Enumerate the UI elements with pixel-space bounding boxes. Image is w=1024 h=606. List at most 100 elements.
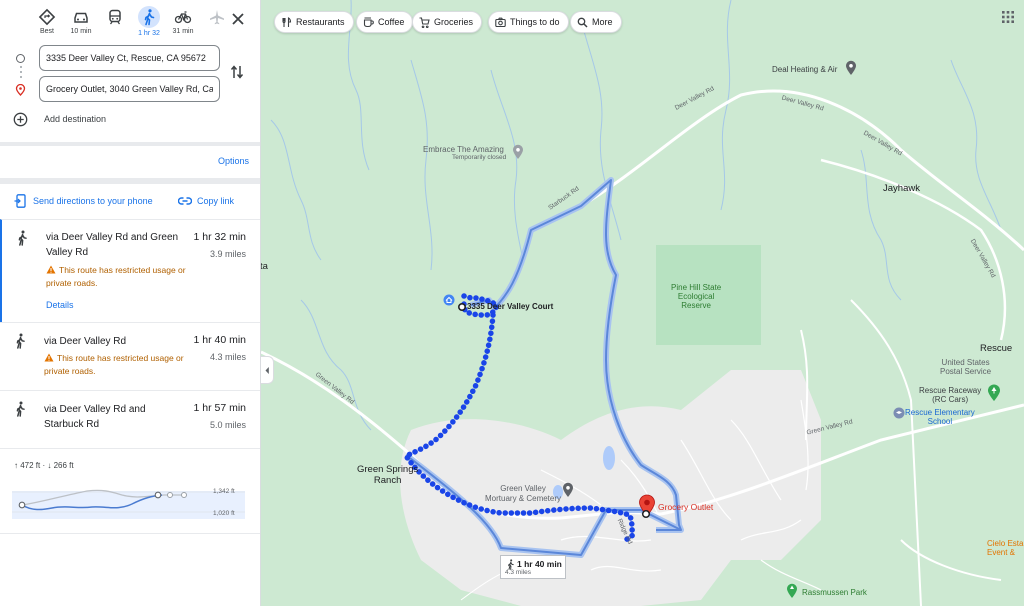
close-icon[interactable]	[229, 10, 247, 28]
mode-bike[interactable]: 31 min	[166, 6, 200, 42]
chip-more[interactable]: More	[570, 11, 622, 33]
copy-link-button[interactable]: Copy link	[178, 193, 234, 209]
walking-icon	[16, 401, 25, 417]
label-temporarily-closed: Temporarily closed	[452, 154, 507, 161]
destination-circle-icon	[641, 509, 651, 519]
camera-icon	[495, 17, 506, 27]
send-to-phone-button[interactable]: Send directions to your phone	[14, 193, 153, 209]
link-icon	[178, 197, 192, 205]
school-marker-icon[interactable]	[893, 407, 905, 421]
route-time: 1 hr 57 min	[193, 402, 246, 414]
callout-time: 1 hr 40 min	[517, 559, 562, 569]
label-partial-ta: ta	[261, 261, 268, 272]
mode-transit[interactable]: —	[98, 6, 132, 42]
diamond-directions-icon	[38, 8, 56, 26]
route-distance: 5.0 miles	[209, 420, 246, 430]
label-grocery-outlet: Grocery Outlet	[658, 502, 714, 512]
label-origin-point: 3335 Deer Valley Court	[467, 302, 554, 311]
route-distance: 4.3 miles	[209, 352, 246, 362]
place-marker-icon[interactable]	[845, 60, 857, 76]
chip-label: More	[592, 17, 613, 27]
mode-best[interactable]: Best	[30, 6, 64, 42]
mode-walk[interactable]: 1 hr 32	[132, 6, 166, 42]
callout-distance: 4.3 miles	[505, 569, 532, 576]
route-distance: 3.9 miles	[209, 249, 246, 259]
divider	[0, 533, 260, 534]
label-green-springs-ranch: Green Springs Ranch	[357, 464, 419, 486]
collapse-panel-button[interactable]	[261, 356, 274, 384]
label-rescue: Rescue	[980, 343, 1013, 354]
chip-label: Coffee	[378, 17, 405, 27]
copy-link-label: Copy link	[197, 196, 235, 206]
route-option-1[interactable]: via Deer Valley Rd and Green Valley Rd 1…	[0, 219, 260, 322]
label-mortuary: Green Valley Mortuary & Cemetery	[485, 484, 562, 503]
divider	[0, 142, 260, 146]
cart-icon	[419, 16, 430, 28]
route-dot	[19, 66, 22, 68]
chip-groceries[interactable]: Groceries	[412, 11, 483, 33]
label-embrace: Embrace The Amazing	[423, 145, 504, 154]
divider	[0, 448, 260, 449]
mode-best-label: Best	[39, 28, 54, 35]
route-time: 1 hr 32 min	[193, 231, 246, 243]
park-marker-icon[interactable]	[786, 583, 798, 599]
place-marker-icon[interactable]	[562, 482, 574, 498]
swap-arrows-icon[interactable]	[229, 63, 245, 81]
route-option-2[interactable]: via Deer Valley Rd 1 hr 40 min 4.3 miles…	[0, 322, 260, 390]
route-name: via Deer Valley Rd and Starbuck Rd	[44, 404, 146, 430]
chip-coffee[interactable]: Coffee	[356, 11, 414, 33]
fork-knife-icon	[282, 16, 292, 27]
place-marker-icon[interactable]	[512, 144, 524, 160]
chip-restaurants[interactable]: Restaurants	[274, 11, 354, 33]
origin-input[interactable]	[39, 45, 220, 71]
destination-input[interactable]	[39, 76, 220, 102]
route-time: 1 hr 40 min	[193, 334, 246, 346]
route-warning-text: This route has restricted usage or priva…	[44, 353, 184, 376]
label-post-office: United States Postal Service	[940, 358, 992, 376]
chip-label: Restaurants	[296, 17, 345, 27]
train-icon	[109, 9, 121, 25]
label-rassmussen-park: Rassmussen Park	[802, 588, 867, 597]
label-cielo-estate: Cielo Esta Event &	[987, 539, 1024, 557]
route-dot	[19, 76, 22, 78]
label-pine-hill-reserve: Pine Hill State Ecological Reserve	[671, 283, 722, 310]
directions-panel: Best 10 min — 1 hr 32 31 min —	[0, 0, 261, 606]
label-rescue-school: Rescue Elementary School	[905, 408, 975, 426]
route-time-callout[interactable]: 1 hr 40 min 4.3 miles	[500, 555, 566, 579]
route-name: via Deer Valley Rd	[44, 336, 127, 347]
bicycle-icon	[174, 11, 192, 24]
mode-drive-label: 10 min	[70, 28, 92, 35]
route-details-link[interactable]: Details	[46, 300, 74, 310]
chevron-left-icon	[265, 367, 269, 374]
add-circle-icon[interactable]	[13, 112, 28, 127]
warning-icon	[44, 353, 54, 362]
mode-bike-label: 31 min	[172, 28, 194, 35]
walking-icon	[18, 230, 27, 246]
destination-pin-icon	[15, 84, 26, 96]
route-name: via Deer Valley Rd and Green Valley Rd	[46, 232, 179, 258]
airplane-icon	[210, 10, 224, 25]
apps-grid-icon[interactable]	[1002, 11, 1014, 23]
chip-label: Things to do	[510, 17, 560, 27]
label-deal-heating: Deal Heating & Air	[772, 65, 838, 74]
elevation-summary: ↑ 472 ft · ↓ 266 ft	[14, 461, 74, 470]
add-destination-link[interactable]: Add destination	[44, 114, 106, 124]
send-to-phone-label: Send directions to your phone	[33, 196, 153, 206]
map-canvas[interactable]: Restaurants Coffee Groceries Things to d…	[261, 0, 1024, 606]
travel-mode-bar: Best 10 min — 1 hr 32 31 min —	[30, 6, 256, 42]
coffee-icon	[363, 16, 374, 27]
warning-icon	[46, 265, 56, 274]
walking-icon	[16, 333, 25, 349]
mode-drive[interactable]: 10 min	[64, 6, 98, 42]
origin-circle-icon	[16, 54, 25, 63]
chip-things-to-do[interactable]: Things to do	[488, 11, 569, 33]
label-jayhawk: Jayhawk	[883, 183, 920, 194]
divider	[0, 178, 260, 184]
home-marker-icon[interactable]	[443, 294, 455, 306]
search-icon	[577, 17, 588, 28]
elevation-max-label: 1,342 ft	[213, 488, 235, 495]
park-marker-icon[interactable]	[987, 384, 1001, 402]
options-button[interactable]: Options	[218, 156, 249, 166]
route-option-3[interactable]: via Deer Valley Rd and Starbuck Rd 1 hr …	[0, 390, 260, 448]
mode-walk-highlight	[138, 6, 160, 28]
